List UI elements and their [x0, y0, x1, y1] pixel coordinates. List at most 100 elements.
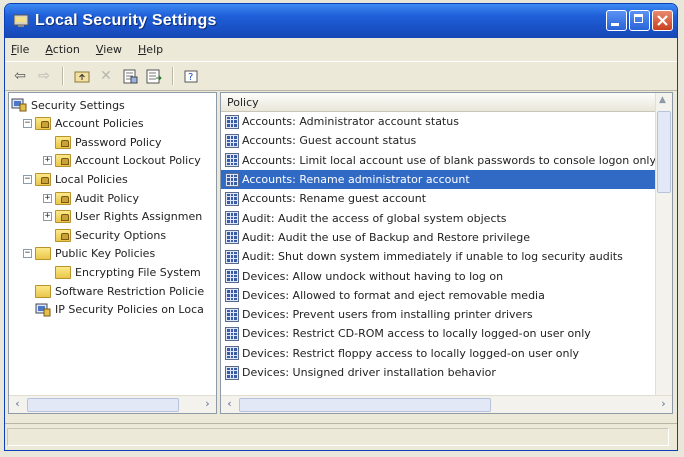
policy-setting-icon: [225, 114, 239, 129]
tree-item[interactable]: − Local Policies: [23, 170, 128, 188]
column-header-policy[interactable]: Policy: [221, 93, 672, 112]
policy-setting-icon: [225, 365, 239, 380]
policy-setting-icon: [225, 288, 239, 303]
policy-vertical-scrollbar[interactable]: ▲: [655, 93, 672, 396]
scroll-right-icon[interactable]: ›: [656, 397, 671, 411]
tree-item[interactable]: − Public Key Policies: [23, 245, 155, 263]
toolbar-separator: [172, 67, 174, 85]
policy-row[interactable]: Devices: Allowed to format and eject rem…: [221, 286, 656, 305]
policy-setting-icon: [225, 326, 239, 341]
scroll-left-icon[interactable]: ‹: [10, 397, 25, 411]
folder-lock-icon: [55, 210, 71, 224]
policy-row[interactable]: Devices: Prevent users from installing p…: [221, 305, 656, 324]
delete-icon[interactable]: ✕: [97, 67, 115, 85]
tree-item-label: Encrypting File System: [75, 265, 201, 279]
svg-text:?: ?: [188, 72, 193, 83]
policy-row-label: Audit: Shut down system immediately if u…: [242, 250, 623, 264]
tree-item[interactable]: + User Rights Assignmen: [43, 208, 202, 226]
folder-icon: [35, 284, 51, 298]
policy-row-label: Devices: Allow undock without having to …: [242, 269, 504, 283]
expander-icon[interactable]: −: [23, 249, 32, 259]
policy-row-label: Audit: Audit the use of Backup and Resto…: [242, 230, 530, 244]
help-icon[interactable]: ?: [183, 67, 201, 85]
up-folder-icon[interactable]: [73, 67, 91, 85]
policy-row[interactable]: Devices: Allow undock without having to …: [221, 266, 656, 285]
menu-file[interactable]: File: [11, 43, 29, 56]
scroll-left-icon[interactable]: ‹: [222, 397, 237, 411]
properties-icon[interactable]: [121, 67, 139, 85]
tree-horizontal-scrollbar[interactable]: ‹ ›: [9, 395, 216, 413]
policy-row[interactable]: Accounts: Limit local account use of bla…: [221, 151, 656, 170]
tree-item-label: Password Policy: [75, 135, 162, 149]
menu-help[interactable]: Help: [138, 43, 163, 56]
close-icon: [657, 15, 668, 26]
tree-item[interactable]: − Account Policies: [23, 115, 144, 133]
policy-row[interactable]: Accounts: Guest account status: [221, 131, 656, 150]
tree-item-label: IP Security Policies on Loca: [55, 303, 204, 317]
expander-icon[interactable]: +: [43, 212, 52, 222]
tree-item[interactable]: Encrypting File System: [43, 263, 201, 281]
tree-item[interactable]: Password Policy: [43, 133, 162, 151]
policy-row[interactable]: Devices: Restrict CD-ROM access to local…: [221, 324, 656, 343]
folder-lock-icon: [35, 117, 51, 131]
minimize-button[interactable]: [606, 10, 627, 31]
console-tree[interactable]: Security Settings − Account Policies Passwo…: [8, 92, 217, 414]
maximize-button[interactable]: [629, 10, 650, 31]
tree-item[interactable]: + Account Lockout Policy: [43, 152, 201, 170]
status-bar: [5, 423, 677, 450]
tree-item-label: Audit Policy: [75, 191, 139, 205]
policy-setting-icon: [225, 307, 239, 322]
toolbar: ⇦ ⇨ ✕ ?: [5, 61, 677, 91]
policy-row[interactable]: Audit: Audit the access of global system…: [221, 208, 656, 227]
tree-item[interactable]: + Audit Policy: [43, 189, 139, 207]
policy-row-label: Accounts: Rename guest account: [242, 192, 427, 206]
policy-row-label: Devices: Restrict floppy access to local…: [242, 346, 580, 360]
close-button[interactable]: [652, 10, 673, 31]
policy-list[interactable]: Policy Accounts: Administrator account s…: [220, 92, 673, 414]
tree-item[interactable]: Software Restriction Policie: [23, 282, 204, 300]
expander-icon[interactable]: −: [23, 174, 32, 184]
policy-row-label: Accounts: Limit local account use of bla…: [242, 153, 656, 167]
expander-icon[interactable]: −: [23, 119, 32, 129]
tree-scroll-thumb[interactable]: [27, 398, 179, 412]
policy-setting-icon: [225, 249, 239, 264]
title-bar[interactable]: Local Security Settings: [5, 4, 677, 38]
tree-item-label: Public Key Policies: [55, 247, 156, 261]
menu-view[interactable]: View: [96, 43, 122, 56]
policy-row-label: Accounts: Rename administrator account: [242, 173, 470, 187]
tree-item[interactable]: Security Options: [43, 226, 166, 244]
tree-item[interactable]: IP Security Policies on Loca: [23, 301, 204, 319]
scroll-right-icon[interactable]: ›: [200, 397, 215, 411]
policy-setting-icon: [225, 153, 239, 168]
tree-item[interactable]: Security Settings: [11, 96, 125, 114]
policy-setting-icon: [225, 269, 239, 284]
policy-row-label: Accounts: Administrator account status: [242, 115, 459, 129]
policy-row-selected[interactable]: Accounts: Rename administrator account: [221, 169, 656, 190]
status-cell: [7, 428, 669, 446]
expander-icon[interactable]: +: [43, 156, 52, 166]
export-list-icon[interactable]: [145, 67, 163, 85]
forward-arrow-icon[interactable]: ⇨: [35, 67, 53, 85]
app-icon: [13, 14, 29, 27]
policy-row[interactable]: Accounts: Administrator account status: [221, 112, 656, 131]
folder-icon: [35, 247, 51, 261]
back-arrow-icon[interactable]: ⇦: [11, 67, 29, 85]
tree-item-label: User Rights Assignmen: [75, 210, 203, 224]
policy-row[interactable]: Accounts: Rename guest account: [221, 189, 656, 208]
policy-row[interactable]: Audit: Audit the use of Backup and Resto…: [221, 228, 656, 247]
expander-icon[interactable]: +: [43, 193, 52, 203]
policy-row-label: Devices: Unsigned driver installation be…: [242, 366, 496, 379]
policy-scroll-thumb[interactable]: [239, 398, 491, 412]
policy-row-label: Devices: Allowed to format and eject rem…: [242, 288, 545, 302]
policy-row[interactable]: Devices: Unsigned driver installation be…: [221, 363, 656, 382]
policy-setting-icon: [225, 133, 239, 148]
tree-item-label: Account Policies: [55, 117, 144, 131]
scroll-up-icon[interactable]: ▲: [659, 95, 666, 105]
menu-action[interactable]: Action: [45, 43, 79, 56]
policy-row[interactable]: Devices: Restrict floppy access to local…: [221, 344, 656, 363]
policy-scroll-thumb[interactable]: [657, 111, 671, 193]
tree-item-label: Software Restriction Policie: [55, 284, 205, 298]
policy-setting-icon: [225, 230, 239, 245]
policy-row[interactable]: Audit: Shut down system immediately if u…: [221, 247, 656, 266]
policy-horizontal-scrollbar[interactable]: ‹ ›: [221, 395, 672, 413]
